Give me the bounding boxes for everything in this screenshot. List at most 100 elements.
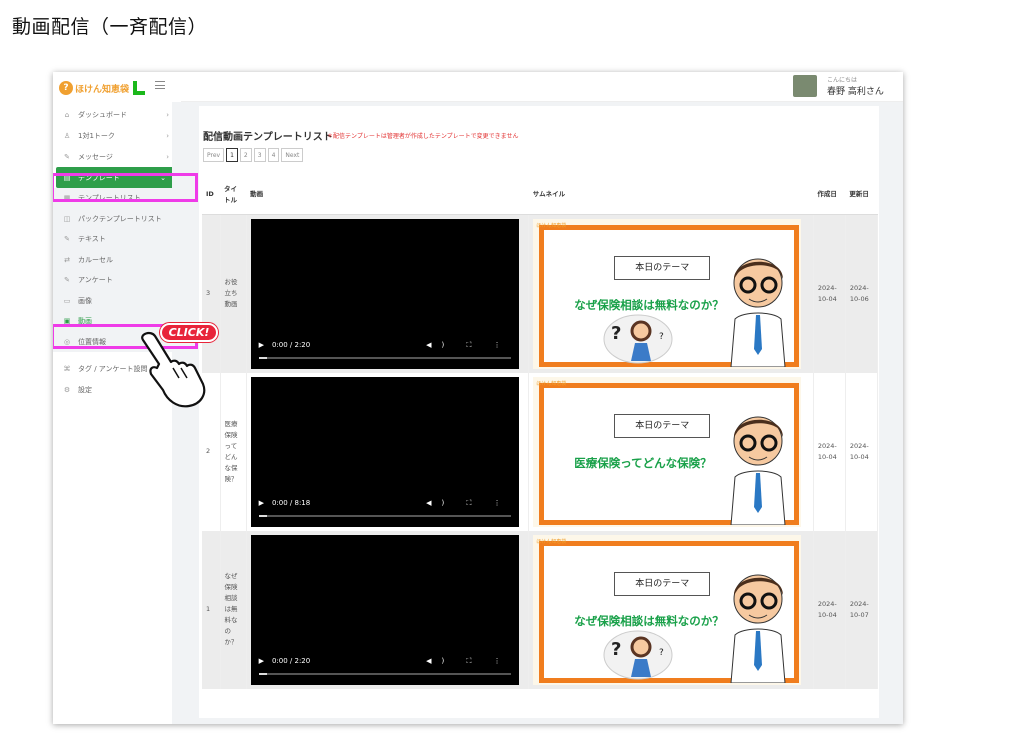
logo-text: ほけん知恵袋 (75, 84, 130, 95)
pager-page-1[interactable]: 1 (226, 148, 238, 162)
sidebar-subitem-image[interactable]: ▭ 画像 (53, 291, 181, 312)
list-note: ＊配信テンプレートは管理者が作成したテンプレートで変更できません (327, 133, 519, 140)
row-updated: 2024-10-07 (845, 530, 879, 689)
theme-box: 本日のテーマ (614, 413, 711, 438)
thumbnail-cell: 本日のテーマ医療保険ってどんな保険？ ほけん知恵袋 (528, 372, 814, 531)
row-title: お役立ち動画 (220, 214, 247, 373)
pager-prev[interactable]: Prev (203, 148, 225, 162)
theme-box: 本日のテーマ (614, 571, 711, 596)
video-progress-bar[interactable] (258, 672, 511, 675)
video-time: 0:00 / 8:18 (271, 499, 311, 507)
pointing-hand-icon (141, 331, 206, 408)
pager-page-2[interactable]: 2 (239, 148, 252, 162)
play-icon[interactable]: ▶ (259, 498, 264, 509)
sidebar-item-label: アンケート (78, 276, 113, 285)
thumbnail-image: 本日のテーマ医療保険ってどんな保険？ ほけん知恵袋 (533, 376, 802, 527)
pager-page-4[interactable]: 4 (267, 148, 280, 162)
video-progress-bar[interactable] (258, 356, 511, 359)
main-content: 配信動画テンプレートリスト ＊配信テンプレートは管理者が作成したテンプレートで変… (181, 102, 903, 724)
sidebar-item-talk[interactable]: ♙ 1対1トーク › (53, 125, 181, 146)
edit-icon: ✎ (64, 235, 70, 244)
avatar[interactable] (793, 75, 817, 97)
sidebar-item-message[interactable]: ✎ メッセージ › (53, 146, 181, 167)
chevron-right-icon: › (166, 152, 169, 161)
thumbnail-image: 本日のテーマ なぜ保険相談は無料なのか？?? ほけん知恵袋 (533, 534, 802, 685)
sidebar-item-label: 画像 (78, 296, 92, 305)
volume-fullscreen-more-icons[interactable]: ◀) ⛶ ⋮ (426, 498, 510, 509)
thumbnail-brand-logo: ほけん知恵袋 (536, 538, 567, 545)
row-created: 2024-10-04 (813, 214, 846, 373)
column-header-id: ID (202, 176, 221, 215)
edit-icon: ✎ (64, 152, 70, 161)
sidebar-item-label: カルーセル (78, 255, 113, 264)
sidebar-item-label: テキスト (78, 235, 106, 244)
pager-next[interactable]: Next (281, 148, 304, 162)
presenter-illustration (730, 574, 786, 683)
greeting-text: こんにちは (827, 77, 858, 84)
video-progress-bar[interactable] (258, 514, 511, 517)
survey-icon: ✎ (64, 276, 70, 285)
screenshot-frame: こんにちは 春野 高利さん 配信動画テンプレートリスト ＊配信テンプレートは管理… (53, 72, 903, 724)
video-controls: ▶ 0:00 / 2:20 ◀) ⛶ ⋮ (259, 341, 511, 351)
list-title: 配信動画テンプレートリスト (203, 132, 333, 143)
video-controls: ▶ 0:00 / 2:20 ◀) ⛶ ⋮ (259, 657, 511, 667)
video-time: 0:00 / 2:20 (271, 341, 311, 349)
sidebar-item-label: 設定 (78, 385, 92, 394)
volume-fullscreen-more-icons[interactable]: ◀) ⛶ ⋮ (426, 340, 510, 351)
svg-text:?: ? (611, 323, 621, 344)
sidebar-subitem-survey[interactable]: ✎ アンケート (53, 270, 181, 291)
row-created: 2024-10-04 (813, 372, 846, 531)
table-row: 3 お役立ち動画 ▶ 0:00 / 2:20 ◀) ⛶ ⋮ 本日のテーマ なぜ保険相談は無料… (202, 214, 879, 373)
pager-page-3[interactable]: 3 (253, 148, 266, 162)
row-created: 2024-10-04 (813, 530, 846, 689)
play-icon[interactable]: ▶ (259, 340, 264, 351)
sidebar-item-label: メッセージ (78, 152, 113, 161)
video-player[interactable]: ▶ 0:00 / 2:20 ◀) ⛶ ⋮ (250, 534, 519, 685)
question-illustration: ?? (603, 314, 673, 363)
pagination: Prev 1 2 3 4 Next (203, 148, 305, 162)
video-template-table: ID タイトル 動画 サムネイル 作成日 更新日 3 お役立ち動画 ▶ 0:00 / … (202, 176, 879, 689)
question-illustration: ?? (603, 630, 673, 679)
sidebar-item-label: パックテンプレートリスト (78, 214, 162, 223)
thumbnail-brand-logo: ほけん知恵袋 (536, 380, 567, 387)
video-player[interactable]: ▶ 0:00 / 2:20 ◀) ⛶ ⋮ (250, 218, 519, 369)
highlight-template (53, 173, 198, 202)
menu-toggle-icon[interactable] (155, 81, 165, 89)
chevron-right-icon: › (166, 131, 169, 140)
column-header-video: 動画 (246, 176, 529, 215)
sidebar-item-dashboard[interactable]: ⌂ ダッシュボード › (53, 104, 181, 125)
column-header-created: 作成日 (813, 176, 846, 215)
table-row: 2 医療保険ってどんな保険？ ▶ 0:00 / 8:18 ◀) ⛶ ⋮ 本日のテーマ 医療保… (202, 372, 879, 531)
sidebar-subitem-pack-template-list[interactable]: ◫ パックテンプレートリスト (53, 209, 181, 230)
presenter-illustration (730, 258, 786, 367)
home-icon: ⌂ (64, 110, 70, 119)
play-icon[interactable]: ▶ (259, 656, 264, 667)
row-updated: 2024-10-04 (845, 372, 879, 531)
video-cell: ▶ 0:00 / 8:18 ◀) ⛶ ⋮ (246, 372, 530, 531)
row-title: なぜ保険相談は無料なのか？ (220, 530, 247, 689)
row-id[interactable]: 1 (202, 530, 221, 689)
presenter-illustration (730, 416, 786, 525)
logo-mark-icon: ? (59, 81, 73, 95)
sidebar-item-label: 1対1トーク (78, 131, 115, 140)
brand-logo[interactable]: ? ほけん知恵袋 (59, 78, 146, 98)
image-icon: ▭ (63, 296, 71, 305)
gear-icon: ⚙ (63, 385, 71, 394)
video-controls: ▶ 0:00 / 8:18 ◀) ⛶ ⋮ (259, 499, 511, 509)
thumbnail-brand-logo: ほけん知恵袋 (536, 222, 567, 229)
users-icon: ♙ (63, 131, 71, 140)
row-title: 医療保険ってどんな保険？ (220, 372, 247, 531)
video-player[interactable]: ▶ 0:00 / 8:18 ◀) ⛶ ⋮ (250, 376, 519, 527)
sidebar-subitem-carousel[interactable]: ⇄ カルーセル (53, 250, 181, 271)
page-heading: 動画配信（一斉配信） (12, 16, 208, 38)
thumbnail-caption: 医療保険ってどんな保険？ (574, 455, 712, 470)
thumbnail-image: 本日のテーマ なぜ保険相談は無料なのか？?? ほけん知恵袋 (533, 218, 802, 369)
video-time: 0:00 / 2:20 (271, 657, 311, 665)
video-cell: ▶ 0:00 / 2:20 ◀) ⛶ ⋮ (246, 214, 530, 373)
line-logo-icon (133, 81, 146, 95)
user-name[interactable]: 春野 高利さん (827, 84, 884, 97)
column-header-thumbnail: サムネイル (528, 176, 814, 215)
sidebar-subitem-text[interactable]: ✎ テキスト (53, 229, 181, 250)
volume-fullscreen-more-icons[interactable]: ◀) ⛶ ⋮ (426, 656, 510, 667)
column-header-updated: 更新日 (845, 176, 878, 215)
